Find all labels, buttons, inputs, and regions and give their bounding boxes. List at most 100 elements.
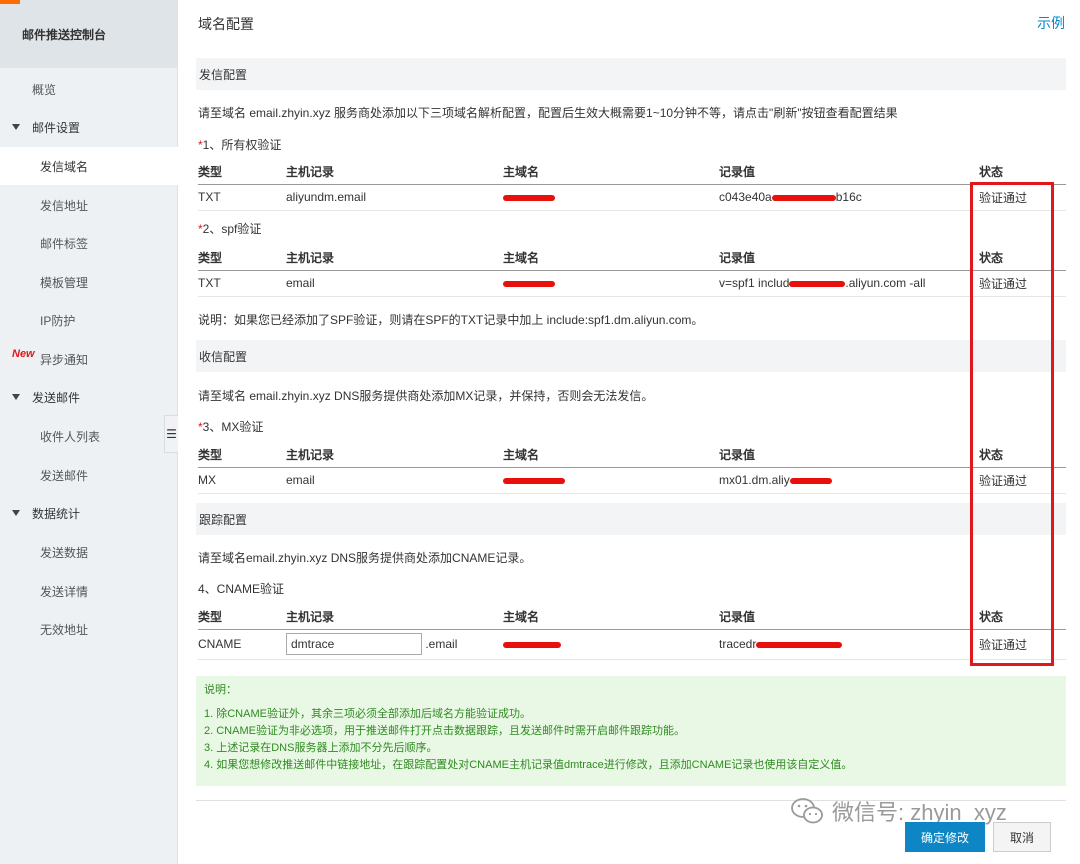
redaction-mark xyxy=(771,194,836,201)
sidebar-item-recipient-list[interactable]: 收件人列表 xyxy=(0,417,178,455)
col-domain: 主域名 xyxy=(503,605,719,630)
col-value: 记录值 xyxy=(719,443,979,468)
spf-verify-table: 类型 主机记录 主域名 记录值 状态 TXT email v=spf1 incl… xyxy=(198,246,1066,297)
caret-down-icon xyxy=(12,510,20,516)
sidebar-group-label: 发送邮件 xyxy=(32,390,81,405)
sidebar-item-label: 发送邮件 xyxy=(40,468,89,483)
table-header-row: 类型 主机记录 主域名 记录值 状态 xyxy=(198,605,1066,630)
redaction-mark xyxy=(503,477,565,484)
table-row: TXT aliyundm.email c043e40a b16c 验证通过 xyxy=(198,184,1066,211)
section-header-tracking: 跟踪配置 xyxy=(196,503,1066,535)
page-title: 域名配置 xyxy=(198,16,254,32)
mx-verify-table: 类型 主机记录 主域名 记录值 状态 MX email mx01.dm.aliy… xyxy=(198,443,1066,494)
sidebar-item-mail-tags[interactable]: 邮件标签 xyxy=(0,224,178,262)
sidebar-item-label: 无效地址 xyxy=(40,622,89,637)
record-host: email xyxy=(286,467,503,494)
sidebar-group-mail-settings[interactable]: 邮件设置 xyxy=(0,108,178,146)
col-status: 状态 xyxy=(979,160,1066,185)
notes-title: 说明： xyxy=(204,684,237,696)
sidebar-item-sending-domain[interactable]: 发信域名 xyxy=(0,147,178,185)
sidebar-item-label: 发送详情 xyxy=(40,584,89,599)
col-type: 类型 xyxy=(198,160,286,185)
collapse-menu-icon: ☰ xyxy=(166,427,177,441)
col-status: 状态 xyxy=(979,605,1066,630)
note-item: 2. CNAME验证为非必选项，用于推送邮件打开点击数据跟踪，且发送邮件时需开启… xyxy=(204,725,685,737)
record-host: aliyundm.email xyxy=(286,184,503,211)
col-type: 类型 xyxy=(198,246,286,271)
owner-verify-title: *1、所有权验证 xyxy=(198,138,282,152)
note-item: 3. 上述记录在DNS服务器上添加不分先后顺序。 xyxy=(204,742,438,754)
redaction-mark xyxy=(789,280,846,287)
record-status: 验证通过 xyxy=(979,467,1066,494)
cname-verify-title: 4、CNAME验证 xyxy=(198,582,285,596)
sidebar-title: 邮件推送控制台 xyxy=(0,0,177,68)
sidebar-collapse-toggle[interactable]: ☰ xyxy=(164,415,178,453)
record-value: tracedr xyxy=(719,629,979,660)
record-domain-redacted xyxy=(503,270,719,297)
sidebar-item-send-mail[interactable]: 发送邮件 xyxy=(0,456,178,494)
sidebar-item-label: 发信域名 xyxy=(40,159,89,174)
sidebar-group-label: 邮件设置 xyxy=(32,120,81,135)
record-value: v=spf1 includ .aliyun.com -all xyxy=(719,270,979,297)
col-value: 记录值 xyxy=(719,605,979,630)
record-status: 验证通过 xyxy=(979,629,1066,660)
notes-box: 说明： 1. 除CNAME验证外，其余三项必须全部添加后域名方能验证成功。 2.… xyxy=(196,676,1066,786)
wechat-icon xyxy=(791,798,823,824)
caret-down-icon xyxy=(12,394,20,400)
receiving-description: 请至域名 email.zhyin.xyz DNS服务提供商处添加MX记录，并保持… xyxy=(198,389,654,403)
sidebar-group-send-mail[interactable]: 发送邮件 xyxy=(0,378,178,416)
caret-down-icon xyxy=(12,124,20,130)
sidebar-item-templates[interactable]: 模板管理 xyxy=(0,263,178,301)
cancel-button[interactable]: 取消 xyxy=(993,822,1051,852)
sidebar-item-send-data[interactable]: 发送数据 xyxy=(0,533,178,571)
sidebar-item-label: 概览 xyxy=(32,82,57,97)
record-domain-redacted xyxy=(503,629,719,660)
main-content: 域名配置 示例 发信配置 请至域名 email.zhyin.xyz 服务商处添加… xyxy=(178,0,1080,864)
table-header-row: 类型 主机记录 主域名 记录值 状态 xyxy=(198,246,1066,271)
col-domain: 主域名 xyxy=(503,246,719,271)
cname-host-input[interactable] xyxy=(286,633,422,655)
col-host: 主机记录 xyxy=(286,160,503,185)
col-status: 状态 xyxy=(979,443,1066,468)
sending-description: 请至域名 email.zhyin.xyz 服务商处添加以下三项域名解析配置，配置… xyxy=(198,106,898,120)
sidebar-item-label: 发送数据 xyxy=(40,545,89,560)
redaction-mark xyxy=(503,641,561,648)
spf-note: 说明：如果您已经添加了SPF验证，则请在SPF的TXT记录中加上 include… xyxy=(198,313,704,327)
record-type: MX xyxy=(198,467,286,494)
record-domain-redacted xyxy=(503,467,719,494)
col-domain: 主域名 xyxy=(503,443,719,468)
sidebar: 邮件推送控制台 概览 邮件设置 发信域名 发信地址 邮件标签 模板管理 IP防护… xyxy=(0,0,178,864)
table-row: TXT email v=spf1 includ .aliyun.com -all … xyxy=(198,270,1066,297)
sidebar-group-statistics[interactable]: 数据统计 xyxy=(0,494,178,532)
brand-accent-bar xyxy=(0,0,20,4)
sidebar-item-invalid-address[interactable]: 无效地址 xyxy=(0,610,178,648)
sidebar-item-send-details[interactable]: 发送详情 xyxy=(0,572,178,610)
table-header-row: 类型 主机记录 主域名 记录值 状态 xyxy=(198,443,1066,468)
redaction-mark xyxy=(503,194,555,201)
col-host: 主机记录 xyxy=(286,246,503,271)
table-row: CNAME .email tracedr 验证通过 xyxy=(198,629,1066,660)
example-link[interactable]: 示例 xyxy=(1037,13,1065,33)
sidebar-item-overview[interactable]: 概览 xyxy=(0,70,178,108)
sidebar-item-label: 发信地址 xyxy=(40,198,89,213)
record-type: TXT xyxy=(198,184,286,211)
owner-verify-table: 类型 主机记录 主域名 记录值 状态 TXT aliyundm.email c0… xyxy=(198,160,1066,211)
mx-verify-title: *3、MX验证 xyxy=(198,420,264,434)
section-header-sending: 发信配置 xyxy=(196,58,1066,90)
record-host: .email xyxy=(286,629,503,660)
sidebar-item-ip-protection[interactable]: IP防护 xyxy=(0,301,178,339)
record-type: TXT xyxy=(198,270,286,297)
sidebar-item-label: IP防护 xyxy=(40,313,76,328)
record-status: 验证通过 xyxy=(979,184,1066,211)
tracking-description: 请至域名email.zhyin.xyz DNS服务提供商处添加CNAME记录。 xyxy=(198,551,532,565)
redaction-mark xyxy=(789,477,832,484)
cname-verify-table: 类型 主机记录 主域名 记录值 状态 CNAME .email tracedr … xyxy=(198,605,1066,660)
spf-verify-title: *2、spf验证 xyxy=(198,222,262,236)
sidebar-group-label: 数据统计 xyxy=(32,506,81,521)
record-host: email xyxy=(286,270,503,297)
record-status: 验证通过 xyxy=(979,270,1066,297)
sidebar-item-async-notify[interactable]: New 异步通知 xyxy=(0,340,178,378)
confirm-button[interactable]: 确定修改 xyxy=(905,822,985,852)
sidebar-item-sending-address[interactable]: 发信地址 xyxy=(0,186,178,224)
sidebar-item-label: 模板管理 xyxy=(40,275,89,290)
